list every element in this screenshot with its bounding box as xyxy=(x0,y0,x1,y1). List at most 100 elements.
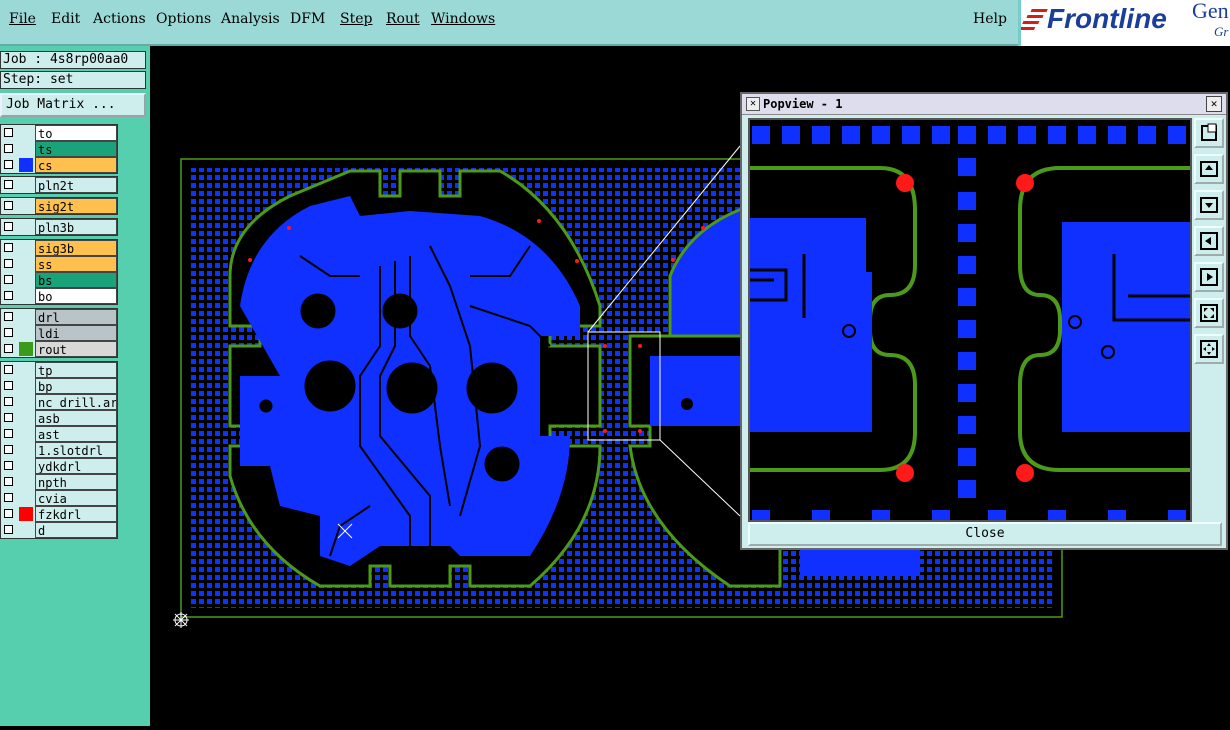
layer-color-swatch[interactable] xyxy=(19,310,33,324)
menu-step[interactable]: Step xyxy=(340,11,372,27)
layer-color-swatch[interactable] xyxy=(19,507,33,521)
layer-color-swatch[interactable] xyxy=(19,523,33,537)
layer-color-swatch[interactable] xyxy=(19,273,33,287)
layer-checkbox[interactable] xyxy=(4,525,13,534)
layer-name[interactable]: cvia xyxy=(35,490,117,506)
layer-name[interactable]: nc_drill.art xyxy=(35,394,117,410)
layer-checkbox[interactable] xyxy=(4,275,13,284)
layer-row[interactable]: ydkdrl xyxy=(1,458,117,474)
layer-checkbox[interactable] xyxy=(4,144,13,153)
layer-name[interactable]: bp xyxy=(35,378,117,394)
layer-color-swatch[interactable] xyxy=(19,158,33,172)
layer-checkbox[interactable] xyxy=(4,397,13,406)
layer-color-swatch[interactable] xyxy=(19,491,33,505)
layer-name[interactable]: drl xyxy=(35,309,117,325)
pan-center-icon[interactable] xyxy=(1194,334,1224,364)
layer-row[interactable]: fzkdrl xyxy=(1,506,117,522)
layer-color-swatch[interactable] xyxy=(19,459,33,473)
layer-color-swatch[interactable] xyxy=(19,289,33,303)
layer-row[interactable]: to xyxy=(1,125,117,141)
layer-color-swatch[interactable] xyxy=(19,326,33,340)
layer-checkbox[interactable] xyxy=(4,461,13,470)
layer-checkbox[interactable] xyxy=(4,381,13,390)
layer-checkbox[interactable] xyxy=(4,160,13,169)
layer-name[interactable]: to xyxy=(35,125,117,141)
layer-color-swatch[interactable] xyxy=(19,379,33,393)
layer-name[interactable]: bs xyxy=(35,272,117,288)
pan-right-icon[interactable] xyxy=(1194,262,1224,292)
layer-row[interactable]: cs xyxy=(1,157,117,173)
layer-checkbox[interactable] xyxy=(4,201,13,210)
layer-color-swatch[interactable] xyxy=(19,199,33,213)
layer-row[interactable]: cvia xyxy=(1,490,117,506)
layer-checkbox[interactable] xyxy=(4,312,13,321)
zoom-out-icon[interactable] xyxy=(1194,190,1224,220)
popview-zoomed-board[interactable] xyxy=(750,120,1190,520)
pan-left-icon[interactable] xyxy=(1194,226,1224,256)
layer-name[interactable]: rout xyxy=(35,341,117,357)
menu-file[interactable]: File xyxy=(9,11,36,27)
layer-name[interactable]: tp xyxy=(35,362,117,378)
job-matrix-button[interactable]: Job Matrix ... xyxy=(0,93,146,117)
layer-checkbox[interactable] xyxy=(4,365,13,374)
popview-close-button[interactable]: Close xyxy=(748,522,1222,546)
layer-name[interactable]: asb xyxy=(35,410,117,426)
zoom-in-icon[interactable] xyxy=(1194,154,1224,184)
layer-color-swatch[interactable] xyxy=(19,411,33,425)
layer-row[interactable]: pln3b xyxy=(1,219,117,235)
layer-row[interactable]: ldi xyxy=(1,325,117,341)
layer-row[interactable]: bo xyxy=(1,288,117,304)
popview-titlebar[interactable]: ✕ Popview - 1 ✕ xyxy=(742,94,1226,115)
layer-name[interactable]: npth xyxy=(35,474,117,490)
layer-row[interactable]: 1.slotdrl xyxy=(1,442,117,458)
menu-actions[interactable]: Actions xyxy=(93,11,146,27)
layer-checkbox[interactable] xyxy=(4,180,13,189)
layer-row[interactable]: pln2t xyxy=(1,177,117,193)
layer-row[interactable]: d xyxy=(1,522,117,538)
layer-color-swatch[interactable] xyxy=(19,257,33,271)
popview-canvas[interactable] xyxy=(748,118,1192,522)
layer-name[interactable]: 1.slotdrl xyxy=(35,442,117,458)
layer-color-swatch[interactable] xyxy=(19,220,33,234)
menu-analysis[interactable]: Analysis xyxy=(221,11,280,27)
menu-windows[interactable]: Windows xyxy=(431,11,495,27)
layer-checkbox[interactable] xyxy=(4,493,13,502)
layer-checkbox[interactable] xyxy=(4,328,13,337)
layer-name[interactable]: ts xyxy=(35,141,117,157)
menu-dfm[interactable]: DFM xyxy=(290,11,325,27)
layer-checkbox[interactable] xyxy=(4,222,13,231)
layer-name[interactable]: pln3b xyxy=(35,219,117,235)
layer-row[interactable]: sig2t xyxy=(1,198,117,214)
layer-row[interactable]: sig3b xyxy=(1,240,117,256)
layer-name[interactable]: ldi xyxy=(35,325,117,341)
popview-close-icon[interactable]: ✕ xyxy=(1206,96,1222,112)
layer-color-swatch[interactable] xyxy=(19,443,33,457)
layer-row[interactable]: npth xyxy=(1,474,117,490)
layer-row[interactable]: bp xyxy=(1,378,117,394)
menu-help[interactable]: Help xyxy=(973,11,1007,27)
menu-edit[interactable]: Edit xyxy=(51,11,80,27)
layer-row[interactable]: drl xyxy=(1,309,117,325)
zoom-fit-icon[interactable] xyxy=(1194,298,1224,328)
layer-name[interactable]: ss xyxy=(35,256,117,272)
layer-color-swatch[interactable] xyxy=(19,427,33,441)
menu-rout[interactable]: Rout xyxy=(386,11,420,27)
layer-row[interactable]: asb xyxy=(1,410,117,426)
layer-checkbox[interactable] xyxy=(4,509,13,518)
layer-color-swatch[interactable] xyxy=(19,475,33,489)
layer-checkbox[interactable] xyxy=(4,128,13,137)
layer-checkbox[interactable] xyxy=(4,243,13,252)
layer-color-swatch[interactable] xyxy=(19,142,33,156)
layer-row[interactable]: ts xyxy=(1,141,117,157)
layer-name[interactable]: d xyxy=(35,522,117,538)
layer-name[interactable]: cs xyxy=(35,157,117,173)
layer-checkbox[interactable] xyxy=(4,413,13,422)
layer-row[interactable]: bs xyxy=(1,272,117,288)
layer-color-swatch[interactable] xyxy=(19,363,33,377)
layer-color-swatch[interactable] xyxy=(19,178,33,192)
layer-row[interactable]: ss xyxy=(1,256,117,272)
layer-name[interactable]: fzkdrl xyxy=(35,506,117,522)
layer-checkbox[interactable] xyxy=(4,445,13,454)
layer-checkbox[interactable] xyxy=(4,344,13,353)
menu-options[interactable]: Options xyxy=(156,11,211,27)
